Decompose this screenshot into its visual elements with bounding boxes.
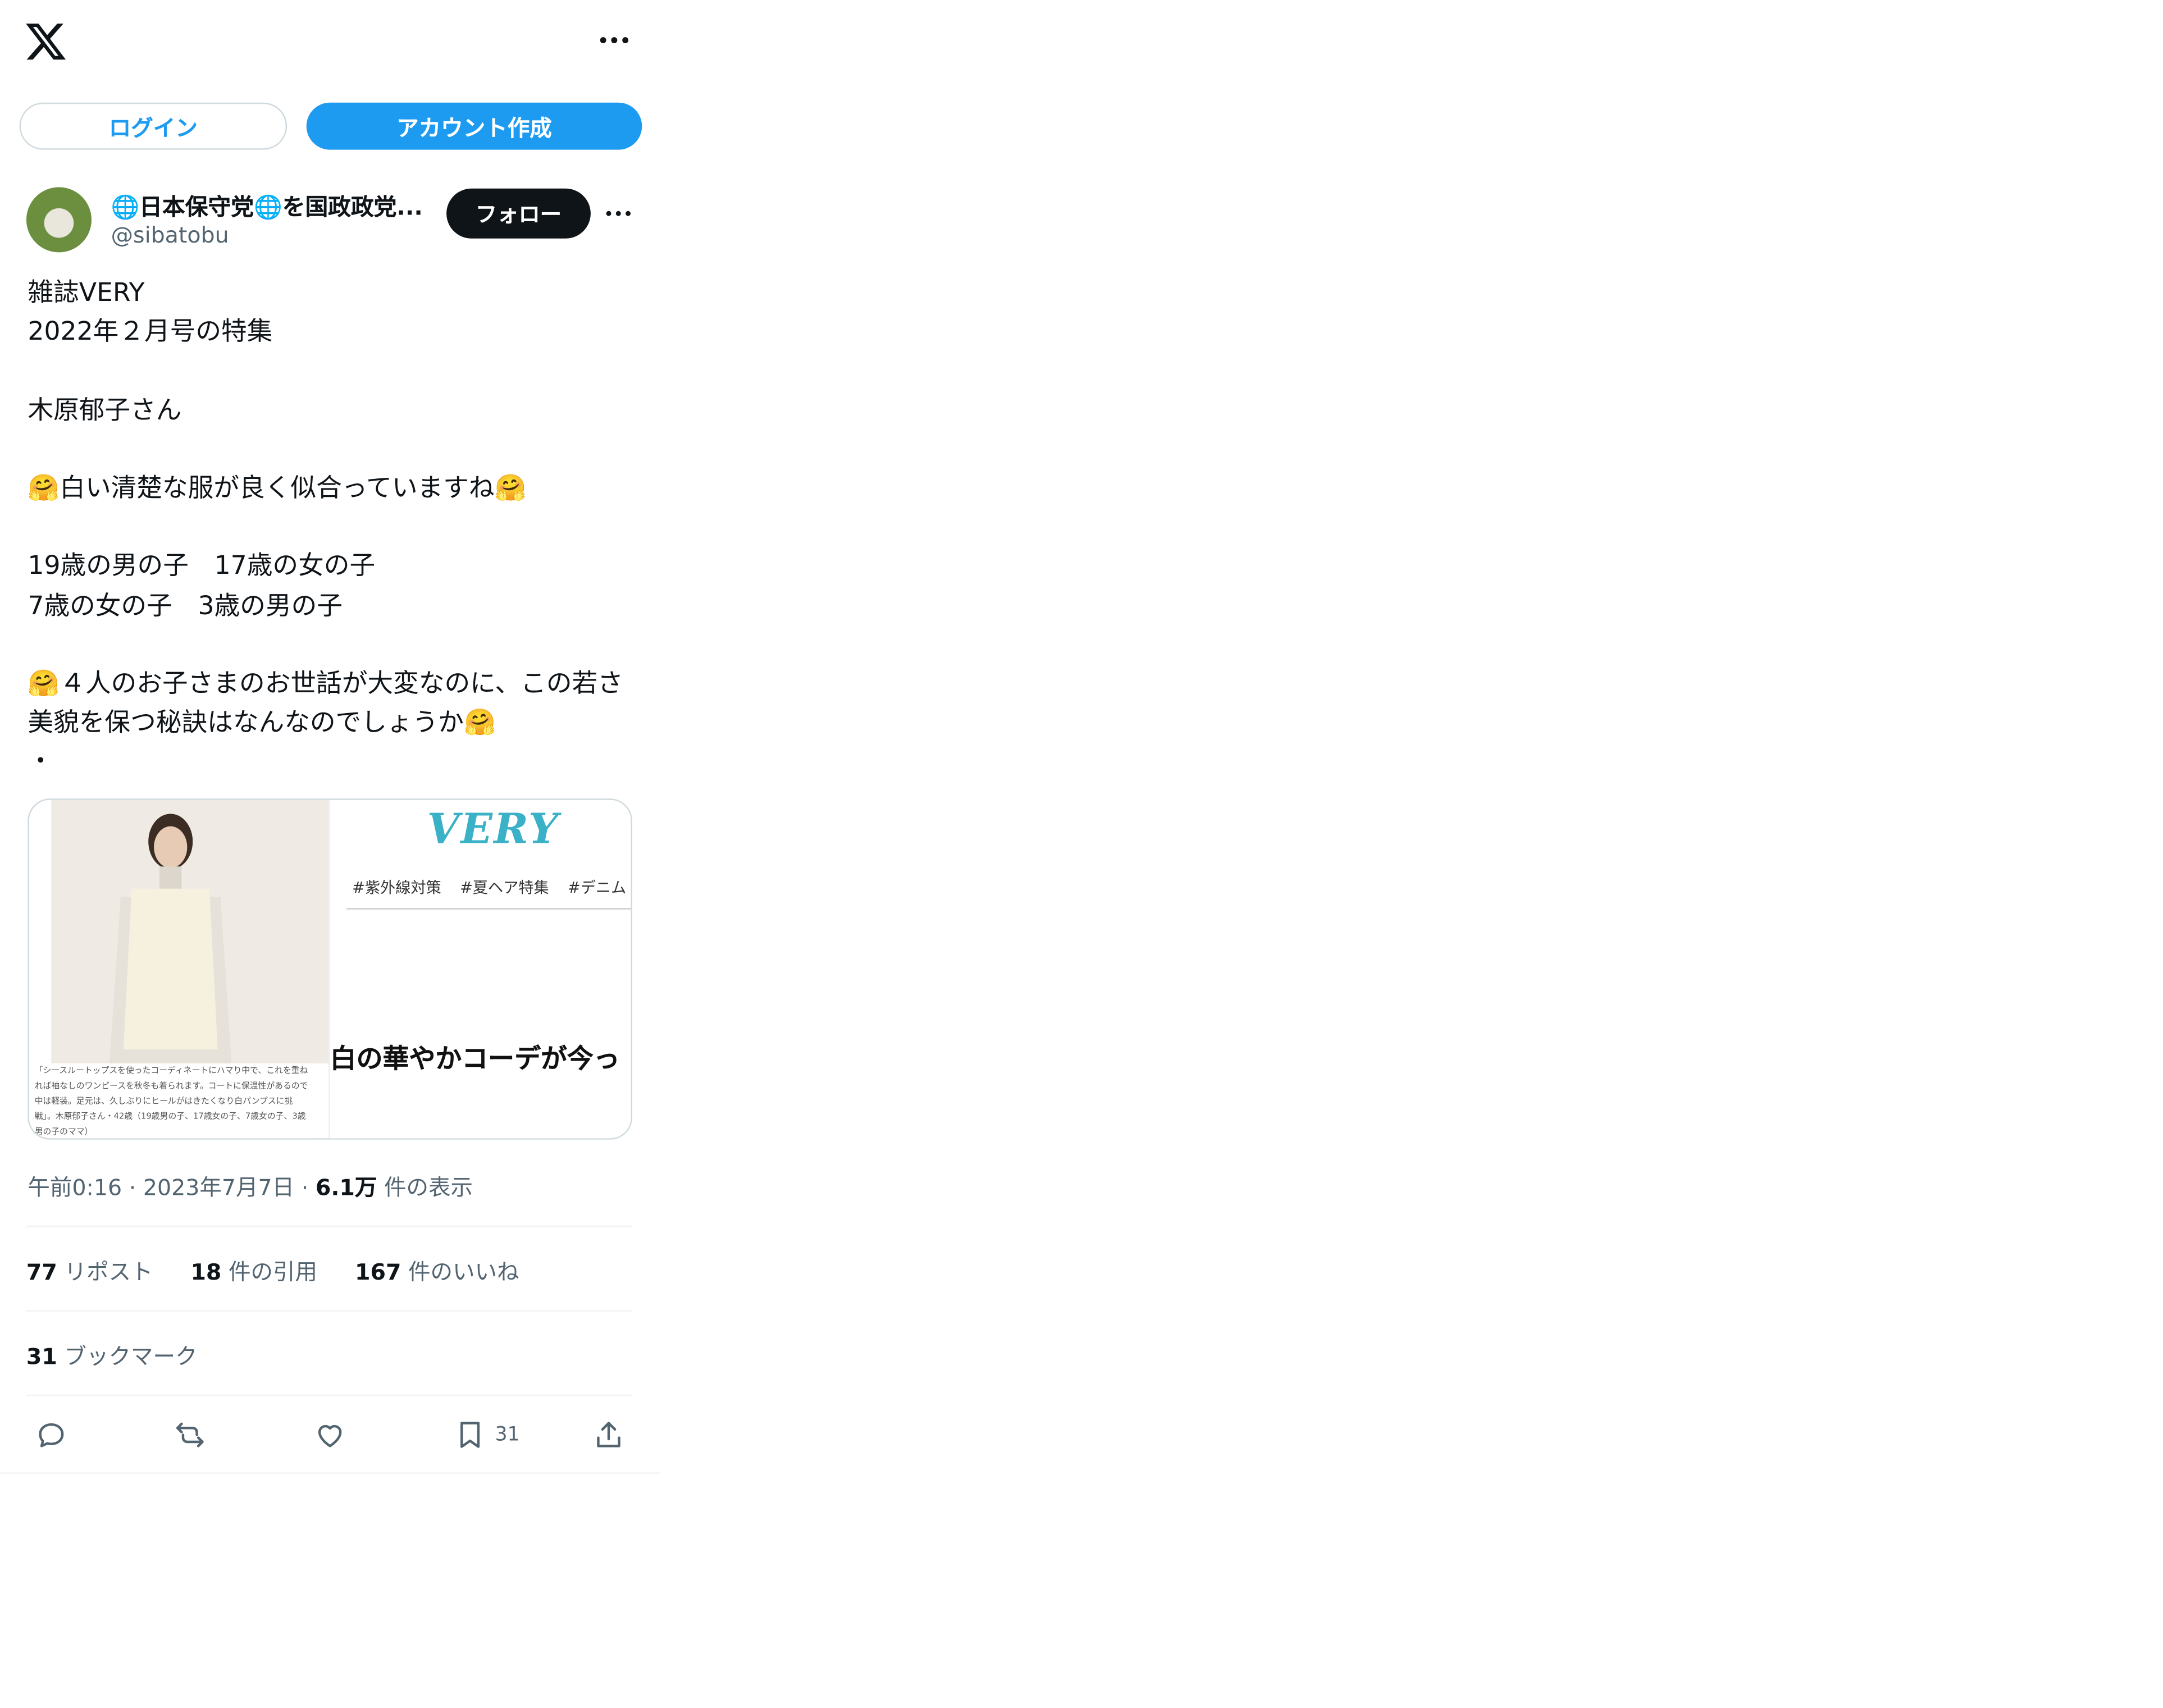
divider <box>0 1472 660 1474</box>
reply-button[interactable] <box>35 1412 68 1459</box>
repost-icon <box>176 1422 204 1447</box>
bookmark-count: 31 <box>495 1423 520 1446</box>
card-tags: #紫外線対策 #夏ヘア特集 #デニム <box>352 876 631 899</box>
card-divider <box>346 908 631 910</box>
bookmarks-stat[interactable]: 31 ブックマーク <box>26 1338 198 1371</box>
link-card[interactable]: 「シースルートップスを使ったコーディネートにハマり中で、これを重ねれば袖なしのワ… <box>28 798 632 1140</box>
card-tag: #紫外線対策 <box>352 879 441 897</box>
views-label: 件の表示 <box>384 1174 473 1201</box>
share-icon <box>597 1422 620 1447</box>
card-tag: #夏ヘア特集 <box>460 879 549 897</box>
reposts-label: リポスト <box>64 1259 153 1285</box>
views-count: 6.1万 <box>315 1174 377 1201</box>
likes-stat[interactable]: 167 件のいいね <box>355 1259 519 1285</box>
very-logo: VERY <box>427 805 560 855</box>
post-more-icon[interactable] <box>602 200 635 227</box>
avatar[interactable] <box>26 187 92 253</box>
card-panel: VERY #紫外線対策 #夏ヘア特集 #デニム 白の華やかコーデが今っ <box>328 800 631 1139</box>
action-bar: 31 <box>26 1412 632 1459</box>
bookmarks-count: 31 <box>26 1343 57 1370</box>
tweet-date[interactable]: 2023年7月7日 <box>143 1174 294 1200</box>
meta-separator: · <box>301 1174 316 1201</box>
create-account-button[interactable]: アカウント作成 <box>306 102 642 150</box>
card-caption: 「シースルートップスを使ったコーディネートにハマり中で、これを重ねれば袖なしのワ… <box>34 1063 312 1139</box>
engagement-stats: 77 リポスト 18 件の引用 167 件のいいね <box>26 1253 550 1286</box>
divider <box>26 1310 632 1312</box>
divider <box>26 1225 632 1227</box>
card-tag: #デニム <box>567 879 627 897</box>
tweet-time[interactable]: 午前0:16 <box>28 1174 122 1200</box>
meta-separator: · <box>129 1174 143 1201</box>
card-headline: 白の華やかコーデが今っ <box>330 1044 620 1075</box>
author-display-name[interactable]: 🌐日本保守党🌐を国政政党... <box>111 189 444 222</box>
login-button[interactable]: ログイン <box>19 102 288 150</box>
more-horizontal-icon[interactable] <box>594 22 635 58</box>
likes-count: 167 <box>354 1259 401 1285</box>
likes-label: 件のいいね <box>408 1259 519 1285</box>
bookmark-icon <box>460 1422 480 1448</box>
card-photo <box>51 800 329 1063</box>
follow-button[interactable]: フォロー <box>446 188 591 239</box>
quotes-stat[interactable]: 18 件の引用 <box>190 1259 324 1285</box>
divider <box>26 1395 632 1396</box>
person-illustration <box>51 800 329 1063</box>
bookmarks-label: ブックマーク <box>64 1343 198 1370</box>
tweet-meta: 午前0:16 · 2023年7月7日 · 6.1万 件の表示 <box>28 1169 473 1202</box>
share-button[interactable] <box>592 1412 625 1459</box>
reply-icon <box>39 1423 64 1447</box>
tweet-page: ログイン アカウント作成 🌐日本保守党🌐を国政政党... @sibatobu フ… <box>0 0 2163 1708</box>
reposts-stat[interactable]: 77 リポスト <box>26 1259 160 1285</box>
bookmark-button[interactable]: 31 <box>453 1412 520 1459</box>
quotes-count: 18 <box>190 1259 222 1285</box>
like-button[interactable] <box>313 1412 346 1459</box>
author-handle[interactable]: @sibatobu <box>111 222 229 248</box>
reposts-count: 77 <box>26 1259 57 1285</box>
x-logo-icon[interactable] <box>24 20 68 64</box>
heart-icon <box>318 1424 342 1447</box>
quotes-label: 件の引用 <box>228 1259 318 1285</box>
tweet-text: 雑誌VERY 2022年２月号の特集 木原郁子さん 🤗白い清楚な服が良く似合って… <box>28 278 623 777</box>
repost-button[interactable] <box>174 1412 207 1459</box>
